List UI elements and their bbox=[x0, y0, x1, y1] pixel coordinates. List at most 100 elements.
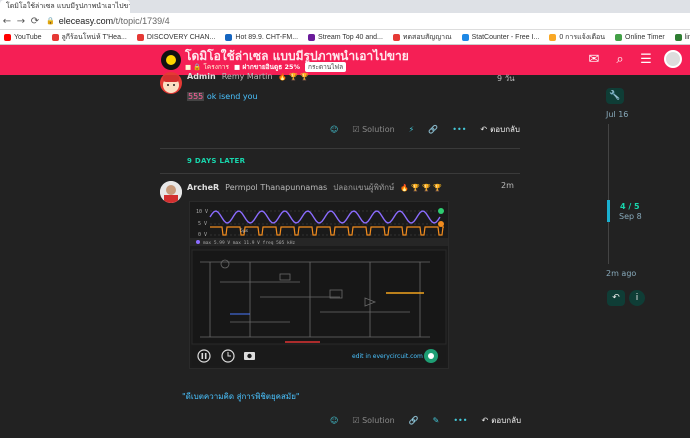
post-time[interactable]: 9 วัน bbox=[497, 72, 515, 85]
link-icon[interactable]: 🔗 bbox=[409, 416, 419, 425]
solution-button[interactable]: ☑ Solution bbox=[352, 416, 394, 425]
scope-time-label: 5μs bbox=[240, 228, 249, 234]
bookmark-label: YouTube bbox=[14, 33, 42, 41]
post-actions: ☺ ☑ Solution ⚡ 🔗 ••• ↶ ตอบกลับ bbox=[330, 123, 520, 136]
divider bbox=[160, 173, 520, 174]
reply-button[interactable]: ↶ ตอบกลับ bbox=[480, 123, 520, 136]
bookmark-favicon-icon bbox=[461, 33, 469, 41]
search-icon[interactable]: ⌕ bbox=[612, 52, 628, 67]
tab-title: โดมิโอใช้ล่าเซล แบบมีรูปภาพนำเอาไปขาย bbox=[6, 2, 130, 10]
post-username[interactable]: ArcheR bbox=[187, 183, 219, 192]
time-gap-label: 9 DAYS LATER bbox=[187, 157, 246, 165]
browser-tab-bar: โดมิโอใช้ล่าเซล แบบมีรูปภาพนำเอาไปขาย bbox=[0, 0, 690, 13]
address-bar: ← → ⟳ 🔒 eleceasy.com/t/topic/1739/4 bbox=[0, 13, 690, 30]
bookmark-favicon-icon bbox=[51, 33, 59, 41]
timeline-position: 4 / 5 bbox=[620, 202, 640, 211]
header-icons: ✉ ⌕ ☰ bbox=[586, 50, 682, 68]
bookmark-label: ทดสอบสัญญาณ bbox=[402, 33, 452, 41]
back-icon[interactable]: ← bbox=[0, 14, 14, 28]
site-logo[interactable] bbox=[161, 50, 181, 70]
post-body: 555 ok isend you bbox=[187, 92, 258, 101]
bookmark-favicon-icon bbox=[615, 33, 623, 41]
bookmark-label: StatCounter - Free I... bbox=[471, 33, 540, 41]
wrench-icon[interactable]: 🔧 bbox=[606, 88, 624, 104]
bookmark-item[interactable]: Online Timer bbox=[615, 33, 665, 41]
timeline-track[interactable] bbox=[608, 124, 609, 264]
mail-icon[interactable]: ✉ bbox=[586, 52, 602, 67]
post-meta: ArcheR Permpol Thanapunnamas ปลอกแขนผู้พ… bbox=[187, 181, 442, 194]
timeline-handle[interactable] bbox=[607, 200, 610, 222]
bookmark-favicon-icon bbox=[308, 33, 316, 41]
bookmark-label: link bank.xlsx - Goo... bbox=[684, 33, 690, 41]
bookmark-label: ลูกีร้อนโหน่ห้ T'Hea... bbox=[61, 33, 127, 41]
solution-label: Solution bbox=[362, 416, 395, 425]
topic-categories: ■ 🔒 โครงการ ■ ฝากขายอินดูธ 25% กระดานไฟล bbox=[185, 62, 347, 72]
user-title: ปลอกแขนผู้พิทักษ์ bbox=[333, 183, 395, 192]
bookmark-item[interactable]: 0 การแจ้งเตือน bbox=[549, 32, 605, 43]
flash-icon[interactable]: ⚡ bbox=[409, 125, 415, 134]
post-actions: ☺ ☑ Solution 🔗 ✎ ••• ↶ ตอบกลับ bbox=[330, 414, 521, 427]
url-path: /t/topic/1739/4 bbox=[113, 16, 170, 26]
url-domain: eleceasy.com bbox=[58, 16, 114, 26]
bookmark-item[interactable]: ทดสอบสัญญาณ bbox=[392, 32, 452, 43]
user-avatar[interactable] bbox=[664, 50, 682, 68]
timeline-end-date[interactable]: 2m ago bbox=[606, 269, 636, 278]
bookmark-label: Online Timer bbox=[625, 33, 665, 41]
timeline-position-date: Sep 8 bbox=[619, 212, 642, 221]
url-field[interactable]: 🔒 eleceasy.com/t/topic/1739/4 bbox=[46, 16, 170, 26]
user-badges: 🔥 🏆 🏆 🏆 bbox=[400, 183, 442, 192]
post-fullname: Permpol Thanapunnamas bbox=[225, 183, 328, 192]
bookmark-item[interactable]: ลูกีร้อนโหน่ห้ T'Hea... bbox=[51, 32, 127, 43]
more-icon[interactable]: ••• bbox=[452, 125, 466, 134]
info-icon[interactable]: i bbox=[629, 290, 645, 306]
reply-label: ตอบกลับ bbox=[491, 416, 522, 425]
bookmark-item[interactable]: Hot 89.9. CHT-FM... bbox=[225, 33, 299, 41]
bookmark-item[interactable]: link bank.xlsx - Goo... bbox=[674, 33, 690, 41]
bookmark-favicon-icon bbox=[225, 33, 233, 41]
user-badges: 🔥 🏆 🏆 bbox=[278, 72, 310, 81]
topic-tag[interactable]: กระดานไฟล bbox=[305, 62, 347, 72]
category-badge[interactable]: ■ 🔒 โครงการ bbox=[185, 62, 229, 72]
scope-readout: max 5.99 V max 11.9 V freq 505 kHz bbox=[203, 240, 295, 246]
post-text: ok isend you bbox=[204, 92, 258, 101]
reply-button[interactable]: ↶ ตอบกลับ bbox=[481, 414, 521, 427]
timeline-start-date[interactable]: Jul 16 bbox=[606, 110, 628, 119]
bookmark-label: Stream Top 40 and... bbox=[318, 33, 383, 41]
emoji-icon[interactable]: ☺ bbox=[330, 125, 338, 134]
browser-tab[interactable]: โดมิโอใช้ล่าเซล แบบมีรูปภาพนำเอาไปขาย bbox=[0, 0, 130, 13]
bookmark-item[interactable]: Stream Top 40 and... bbox=[308, 33, 383, 41]
solution-button[interactable]: ☑ Solution bbox=[352, 125, 394, 134]
avatar[interactable] bbox=[160, 181, 182, 203]
subcategory-badge[interactable]: ■ ฝากขายอินดูธ 25% bbox=[234, 62, 300, 72]
edit-icon[interactable]: ✎ bbox=[433, 416, 440, 425]
scope-label-5v: 5 V bbox=[198, 221, 207, 227]
menu-icon[interactable]: ☰ bbox=[638, 52, 654, 67]
reply-label: ตอบกลับ bbox=[490, 125, 521, 134]
bookmark-favicon-icon bbox=[549, 33, 557, 41]
bookmark-label: 0 การแจ้งเตือน bbox=[559, 33, 606, 41]
bookmark-item[interactable]: YouTube bbox=[4, 33, 42, 41]
bookmark-label: Hot 89.9. CHT-FM... bbox=[235, 33, 299, 41]
post-quote: "ดีเบตความคิด สู่การพิชิตยุคสมัย" bbox=[182, 392, 300, 401]
scope-label-0v: 0 V bbox=[198, 232, 207, 238]
highlighted-text: 555 bbox=[187, 92, 205, 101]
reply-icon[interactable]: ↶ bbox=[607, 290, 625, 306]
bookmark-item[interactable]: StatCounter - Free I... bbox=[461, 33, 540, 41]
post-meta: Admin Remy Martin 🔥 🏆 🏆 bbox=[187, 72, 309, 81]
emoji-icon[interactable]: ☺ bbox=[330, 416, 338, 425]
post-fullname: Remy Martin bbox=[221, 72, 273, 81]
link-icon[interactable]: 🔗 bbox=[428, 125, 438, 134]
solution-label: Solution bbox=[362, 125, 395, 134]
scope-label-10v: 10 V bbox=[196, 209, 208, 215]
post-time[interactable]: 2m bbox=[501, 181, 514, 190]
avatar[interactable] bbox=[160, 72, 182, 94]
forward-icon[interactable]: → bbox=[14, 14, 28, 28]
bookmark-item[interactable]: DISCOVERY CHAN... bbox=[136, 33, 215, 41]
more-icon[interactable]: ••• bbox=[453, 416, 467, 425]
edit-circuit-link[interactable]: edit in everycircuit.com bbox=[352, 353, 423, 360]
embedded-circuit[interactable]: 10 V 5 V 0 V 5μs max 5.99 V max 11.9 V f… bbox=[189, 201, 449, 369]
reload-icon[interactable]: ⟳ bbox=[28, 14, 42, 28]
post-username[interactable]: Admin bbox=[187, 72, 216, 81]
bookmark-favicon-icon bbox=[674, 33, 682, 41]
bookmark-favicon-icon bbox=[4, 33, 11, 41]
